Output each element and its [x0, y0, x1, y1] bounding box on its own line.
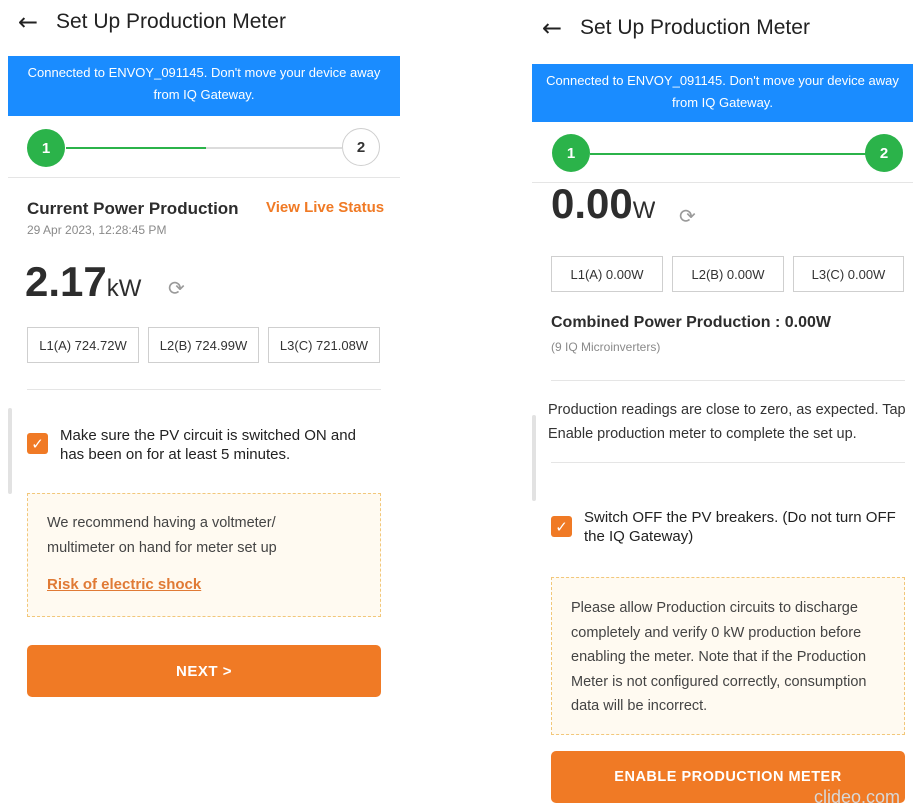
step-1-indicator: 1 — [552, 134, 590, 172]
power-unit: W — [632, 197, 656, 224]
reading-note: Production readings are close to zero, a… — [548, 402, 906, 442]
discharge-notice: Please allow Production circuits to disc… — [551, 577, 905, 735]
notice-text: Please allow Production circuits to disc… — [571, 600, 867, 714]
pv-on-label: Make sure the PV circuit is switched ON … — [60, 427, 356, 463]
refresh-icon[interactable]: ⟳ — [679, 204, 696, 228]
power-unit: kW — [106, 275, 142, 302]
connection-banner: Connected to ENVOY_091145. Don't move yo… — [532, 64, 913, 122]
app-header: ← Set Up Production Meter — [8, 2, 400, 42]
step-progress-line — [66, 147, 206, 149]
pv-off-label: Switch OFF the PV breakers. (Do not turn… — [584, 509, 896, 545]
step-progress-line — [590, 153, 870, 155]
screen-step-2: ← Set Up Production Meter Connected to E… — [532, 0, 913, 807]
watermark: clideo.com — [814, 787, 901, 807]
section-title: Current Power Production — [27, 199, 239, 218]
power-readout: 2.17kW — [25, 258, 141, 306]
page-title: Set Up Production Meter — [56, 10, 286, 33]
risk-of-shock-link[interactable]: Risk of electric shock — [47, 576, 361, 593]
phase-l2-reading: L2(B) 724.99W — [148, 327, 259, 363]
pv-off-checkbox[interactable]: ✓ — [551, 516, 572, 537]
back-arrow-icon[interactable]: ← — [532, 14, 572, 42]
phase-l1-reading: L1(A) 0.00W — [551, 256, 663, 292]
divider — [551, 380, 905, 381]
phase-l1-reading: L1(A) 724.72W — [27, 327, 139, 363]
screen-step-1: ← Set Up Production Meter Connected to E… — [8, 0, 400, 807]
timestamp: 29 Apr 2023, 12:28:45 PM — [27, 223, 167, 237]
power-value: 2.17 — [25, 258, 107, 305]
refresh-icon[interactable]: ⟳ — [168, 276, 185, 300]
checkmark-icon: ✓ — [31, 434, 44, 453]
pv-on-checkbox[interactable]: ✓ — [27, 433, 48, 454]
power-readout: 0.00W — [551, 188, 655, 230]
step-1-indicator: 1 — [27, 129, 65, 167]
phase-l3-reading: L3(C) 0.00W — [793, 256, 904, 292]
edge-handle — [8, 408, 12, 494]
combined-power-title: Combined Power Production : 0.00W — [551, 314, 832, 331]
phase-l2-reading: L2(B) 0.00W — [672, 256, 784, 292]
next-button[interactable]: NEXT > — [27, 645, 381, 697]
divider — [551, 462, 905, 463]
view-live-status-link[interactable]: View Live Status — [266, 199, 384, 216]
checkmark-icon: ✓ — [555, 517, 568, 536]
connection-banner: Connected to ENVOY_091145. Don't move yo… — [8, 56, 400, 116]
stepper: 1 2 — [532, 123, 913, 183]
app-header: ← Set Up Production Meter — [532, 8, 913, 48]
back-arrow-icon[interactable]: ← — [8, 8, 48, 36]
meter-notice: We recommend having a voltmeter/ multime… — [27, 493, 381, 617]
step-remaining-line — [206, 147, 342, 149]
page-title: Set Up Production Meter — [580, 16, 810, 39]
step-2-indicator: 2 — [865, 134, 903, 172]
power-value: 0.00 — [551, 188, 633, 227]
divider — [27, 389, 381, 390]
microinverter-count: (9 IQ Microinverters) — [551, 340, 661, 354]
edge-handle — [532, 415, 536, 501]
stepper: 1 2 — [8, 118, 400, 178]
notice-text: We recommend having a voltmeter/ multime… — [47, 515, 277, 556]
step-2-indicator: 2 — [342, 128, 380, 166]
phase-l3-reading: L3(C) 721.08W — [268, 327, 380, 363]
